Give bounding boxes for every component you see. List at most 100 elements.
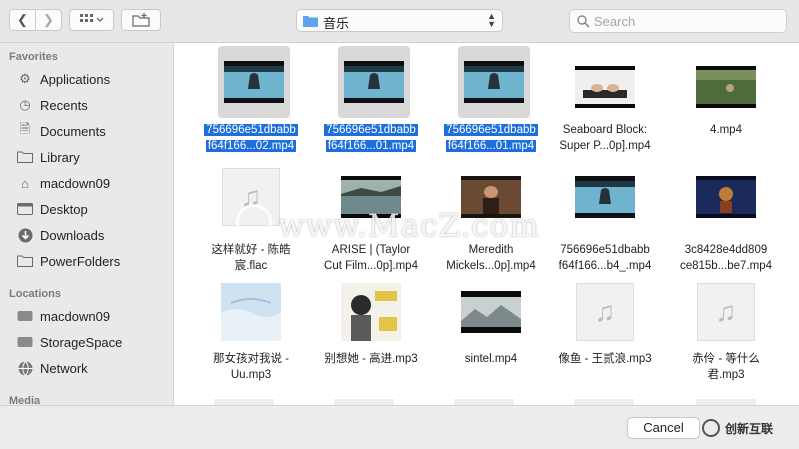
file-name: sintel.mp4 [464, 353, 518, 365]
stage-video-thumbnail [696, 176, 756, 218]
sidebar-item-recents[interactable]: ◷ Recents [16, 94, 166, 116]
file-item[interactable]: 别想她 - 高进.mp3 [316, 280, 426, 400]
music-note-icon: ♫ [697, 283, 755, 341]
home-icon: ⌂ [21, 175, 29, 191]
sidebar-item-powerfolders[interactable]: PowerFolders [16, 250, 166, 272]
sidebar: Favorites ⚙ Applications ◷ Recents 🗎 Docume… [0, 43, 174, 405]
search-field[interactable]: Search [569, 9, 787, 33]
album-art [341, 282, 401, 342]
new-folder-button[interactable] [121, 9, 161, 31]
file-name: 别想她 - 高进.mp3 [324, 353, 418, 365]
file-item[interactable]: 4.mp4 [671, 45, 781, 165]
dialog-footer: Cancel [0, 405, 799, 449]
video-thumbnail [696, 167, 756, 227]
bell-video-thumbnail [464, 61, 524, 103]
folder-icon [16, 253, 34, 269]
desktop-icon [16, 201, 34, 217]
sidebar-item-label: Documents [40, 123, 106, 139]
forward-button[interactable]: ❯ [35, 9, 62, 31]
file-item[interactable]: 756696e51dbabb f64f166...01.mp4 [316, 45, 426, 165]
sidebar-section-favorites: Favorites [9, 51, 58, 63]
view-options-button[interactable] [69, 9, 114, 31]
search-placeholder: Search [594, 14, 636, 29]
file-item[interactable]: 3c8428e4dd809 ce815b...be7.mp4 [671, 165, 781, 285]
music-note-icon: ♫ [576, 283, 634, 341]
sidebar-item-documents[interactable]: 🗎 Documents [16, 120, 166, 142]
audio-thumbnail: ♫ [575, 282, 635, 342]
sidebar-item-label: macdown09 [40, 175, 111, 191]
bell-video-thumbnail [344, 61, 404, 103]
sidebar-item-label: Library [40, 149, 80, 165]
sidebar-item-storagespace[interactable]: StorageSpace [16, 331, 166, 353]
file-item[interactable]: 756696e51dbabb f64f166...01.mp4 [436, 45, 546, 165]
disk-icon [16, 308, 34, 324]
sidebar-item-label: Recents [40, 97, 88, 113]
file-item[interactable]: 756696e51dbabb f64f166...02.mp4 [196, 45, 306, 165]
watermark-logo-icon [236, 204, 272, 240]
brand-logo: 创新互联 [702, 413, 798, 443]
sidebar-item-downloads[interactable]: Downloads [16, 224, 166, 246]
album-sky-art [221, 283, 281, 341]
sidebar-section-locations: Locations [9, 288, 61, 300]
cancel-button[interactable]: Cancel [627, 417, 700, 439]
chevron-right-icon: ❯ [43, 12, 54, 27]
audio-thumbnail: ♫ [696, 282, 756, 342]
sidebar-item-home[interactable]: ⌂ macdown09 [16, 172, 166, 194]
video-thumbnail [461, 282, 521, 342]
watermark: www.MacZ.com [236, 204, 540, 244]
video-thumbnail [575, 57, 635, 117]
video-thumbnail [575, 167, 635, 227]
file-name: 赤伶 - 等什么 君.mp3 [692, 353, 760, 381]
file-name: 756696e51dbabb f64f166...01.mp4 [324, 124, 418, 152]
globe-icon [16, 360, 34, 376]
sidebar-item-applications[interactable]: ⚙ Applications [16, 68, 166, 90]
sidebar-item-desktop[interactable]: Desktop [16, 198, 166, 220]
bell-video-thumbnail [575, 176, 635, 218]
file-item[interactable]: sintel.mp4 [436, 280, 546, 400]
location-popup[interactable]: 音乐 ▲ ▼ [296, 9, 503, 32]
sidebar-item-label: Downloads [40, 227, 105, 243]
sidebar-item-macdown09-disk[interactable]: macdown09 [16, 305, 166, 327]
sidebar-item-label: Desktop [40, 201, 88, 217]
file-name: 756696e51dbabb f64f166...02.mp4 [204, 124, 298, 152]
sidebar-item-network[interactable]: Network [16, 357, 166, 379]
sidebar-item-label: macdown09 [40, 308, 111, 324]
file-item[interactable]: Seaboard Block: Super P...0p].mp4 [550, 45, 660, 165]
bell-video-thumbnail [224, 61, 284, 103]
toolbar: ❮ ❯ 音乐 ▲ ▼ Search [0, 0, 799, 43]
sidebar-item-label: StorageSpace [40, 334, 123, 350]
file-item[interactable]: 那女孩对我说 - Uu.mp3 [196, 280, 306, 400]
clock-icon: ◷ [19, 97, 31, 112]
album-singer-art [341, 283, 401, 341]
sidebar-item-label: Network [40, 360, 88, 376]
file-item[interactable]: 756696e51dbabb f64f166...b4_.mp4 [550, 165, 660, 285]
icon-grid-icon [79, 14, 103, 22]
file-name: ARISE | (Taylor Cut Film...0p].mp4 [324, 244, 418, 272]
back-button[interactable]: ❮ [9, 9, 36, 31]
video-thumbnail [338, 46, 410, 118]
file-name: 4.mp4 [710, 124, 742, 136]
sintel-video-thumbnail [461, 291, 521, 333]
new-folder-icon [132, 13, 150, 27]
brand-logo-icon [702, 419, 720, 437]
folder-icon [16, 149, 34, 165]
folder-icon [303, 16, 318, 27]
file-name: 3c8428e4dd809 ce815b...be7.mp4 [679, 244, 773, 272]
file-name: 这样就好 - 陈皓 宸.flac [211, 244, 291, 272]
piano-video-thumbnail [575, 66, 635, 108]
chevron-left-icon: ❮ [17, 12, 28, 27]
video-thumbnail [218, 46, 290, 118]
download-icon [16, 227, 34, 243]
file-item[interactable]: ♫ 赤伶 - 等什么 君.mp3 [671, 280, 781, 400]
file-name: 像鱼 - 王贰浪.mp3 [558, 353, 652, 365]
video-thumbnail [696, 57, 756, 117]
search-icon [577, 15, 590, 28]
file-item[interactable]: ♫ 像鱼 - 王贰浪.mp3 [550, 280, 660, 400]
video-thumbnail [458, 46, 530, 118]
sidebar-section-media: Media [9, 395, 41, 405]
sidebar-item-library[interactable]: Library [16, 146, 166, 168]
file-name: Meredith Mickels...0p].mp4 [446, 244, 536, 272]
location-label: 音乐 [323, 16, 350, 31]
disk-icon [16, 334, 34, 350]
file-name: 756696e51dbabb f64f166...b4_.mp4 [558, 244, 652, 272]
